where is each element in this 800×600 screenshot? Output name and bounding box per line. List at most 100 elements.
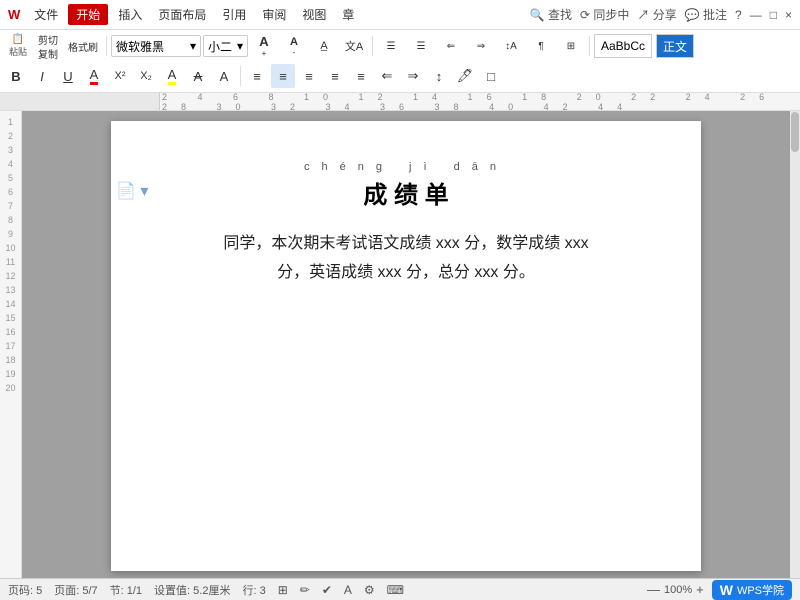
number-list-icon: ☰ (417, 41, 426, 52)
outdent-button[interactable]: ⇐ (437, 32, 465, 60)
zoom-percent-label: 100% (664, 584, 692, 596)
align-left-button[interactable]: ≡ (245, 64, 269, 88)
paste-button[interactable]: 📋 粘贴 (4, 32, 32, 60)
view-icon2[interactable]: ✏ (300, 583, 310, 597)
style-name-box[interactable]: 正文 (656, 34, 694, 58)
wps-academy-button[interactable]: W WPS学院 (712, 580, 792, 600)
font-color2-button[interactable]: A (212, 64, 236, 88)
line-num-5: 5 (8, 171, 13, 185)
view-icon4[interactable]: A (344, 583, 352, 597)
doc-title-pinyin: chéng jì dān (171, 161, 641, 173)
outdent-icon: ⇐ (447, 41, 455, 52)
search-btn[interactable]: 🔍 查找 (530, 6, 572, 23)
style-normal-box[interactable]: AaBbCc (594, 34, 652, 58)
title-bar: W 文件 开始 插入 页面布局 引用 审阅 视图 章 🔍 查找 ⟳ 同步中 ↗ … (0, 0, 800, 30)
line-spacing-button[interactable]: ↕ (427, 64, 451, 88)
menu-reference[interactable]: 引用 (216, 4, 252, 25)
align-center-button[interactable]: ≡ (271, 64, 295, 88)
zoom-area: — 100% + (647, 582, 704, 597)
view-icon5[interactable]: ⚙ (364, 583, 375, 597)
grow-font-button[interactable]: A+ (250, 32, 278, 60)
line-num-19: 19 (5, 367, 15, 381)
line-numbers: 1 2 3 4 5 6 7 8 9 10 11 12 13 14 15 16 1… (0, 111, 22, 578)
document-canvas[interactable]: 📄 ▾ chéng jì dān 成 绩 单 同学，本次期末考试语文成绩 xxx… (22, 111, 790, 578)
indent-button[interactable]: ⇒ (467, 32, 495, 60)
menu-review[interactable]: 审阅 (256, 4, 292, 25)
vertical-scrollbar[interactable] (790, 111, 800, 578)
help-btn[interactable]: ? (735, 8, 742, 22)
indent-left-button2[interactable]: ⇐ (375, 64, 399, 88)
close-btn[interactable]: × (785, 8, 792, 22)
doc-page[interactable]: 📄 ▾ chéng jì dān 成 绩 单 同学，本次期末考试语文成绩 xxx… (111, 121, 701, 571)
shading-button[interactable]: 🖊 (453, 64, 477, 88)
shrink-font-button[interactable]: A- (280, 32, 308, 60)
menu-insert[interactable]: 插入 (112, 4, 148, 25)
number-list-button[interactable]: ☰ (407, 32, 435, 60)
border-button[interactable]: ⊞ (557, 32, 585, 60)
view-icon3[interactable]: ✔ (322, 583, 332, 597)
bold-button[interactable]: B (4, 64, 28, 88)
toolbar: 📋 粘贴 剪切 复制 格式刷 微软雅黑 ▾ 小二 ▾ A+ A- (0, 30, 800, 93)
subscript-button[interactable]: X₂ (134, 64, 158, 88)
change-case-button[interactable]: 文A (340, 32, 368, 60)
menu-view[interactable]: 视图 (296, 4, 332, 25)
align-right-button[interactable]: ≡ (297, 64, 321, 88)
menu-start[interactable]: 开始 (68, 4, 108, 25)
sort-button[interactable]: ↕A (497, 32, 525, 60)
separator1 (106, 36, 107, 56)
title-bar-right: 🔍 查找 ⟳ 同步中 ↗ 分享 💬 批注 ? — □ × (530, 6, 792, 23)
copy-label: 复制 (38, 46, 58, 61)
justify-button[interactable]: ≡ (323, 64, 347, 88)
menu-layout[interactable]: 页面布局 (152, 4, 212, 25)
line-num-14: 14 (5, 297, 15, 311)
wps-academy-logo: W (720, 582, 733, 598)
menu-chapter[interactable]: 章 (336, 4, 360, 25)
italic-button[interactable]: I (30, 64, 54, 88)
view-icon6[interactable]: ⌨ (387, 583, 404, 597)
doc-body[interactable]: 同学，本次期末考试语文成绩 xxx 分，数学成绩 xxx 分，英语成绩 xxx … (171, 230, 641, 288)
format-painter-button[interactable]: 格式刷 (64, 32, 102, 60)
bullet-list-button[interactable]: ☰ (377, 32, 405, 60)
border-style-button[interactable]: □ (479, 64, 503, 88)
clear-format-button[interactable]: A̲ (310, 32, 338, 60)
share-btn[interactable]: ↗ 分享 (637, 6, 676, 23)
shading-icon: 🖊 (457, 68, 474, 84)
show-marks-button[interactable]: ¶ (527, 32, 555, 60)
sync-btn[interactable]: ⟳ 同步中 (580, 6, 629, 23)
separator2 (372, 36, 373, 56)
font-color-button[interactable]: A (82, 64, 106, 88)
line-num-9: 9 (8, 227, 13, 241)
font-color-icon: A (90, 67, 99, 85)
indent-icon: ⇒ (477, 41, 485, 52)
fontsize-dropdown-icon: ▾ (237, 39, 243, 53)
minimize-btn[interactable]: — (750, 8, 762, 22)
distributed-button[interactable]: ≡ (349, 64, 373, 88)
indent-right-button2[interactable]: ⇒ (401, 64, 425, 88)
font-size-selector[interactable]: 小二 ▾ (203, 35, 248, 57)
line-num-6: 6 (8, 185, 13, 199)
line-num-8: 8 (8, 213, 13, 227)
toolbar-row2: B I U A X² X₂ A A A ≡ ≡ (4, 62, 796, 90)
scrollbar-thumb[interactable] (791, 112, 799, 152)
menu-file[interactable]: 文件 (28, 4, 64, 25)
line-num-2: 2 (8, 129, 13, 143)
highlight-icon: A (168, 67, 177, 85)
copy-button[interactable]: 复制 (34, 47, 62, 60)
comment-btn[interactable]: 💬 批注 (685, 6, 727, 23)
zoom-plus-button[interactable]: + (696, 582, 704, 597)
font-name-selector[interactable]: 微软雅黑 ▾ (111, 35, 201, 57)
bold-icon: B (11, 69, 20, 84)
underline-button[interactable]: U (56, 64, 80, 88)
zoom-minus-button[interactable]: — (647, 582, 660, 597)
doc-title[interactable]: 成 绩 单 (171, 175, 641, 210)
line-spacing-icon: ↕ (436, 69, 443, 84)
change-case-icon: 文A (345, 38, 363, 54)
maximize-btn[interactable]: □ (770, 8, 777, 22)
highlight-button[interactable]: A (160, 64, 184, 88)
line-num-16: 16 (5, 325, 15, 339)
indent-left-icon2: ⇐ (382, 68, 393, 84)
strikethrough-button[interactable]: A (186, 64, 210, 88)
cut-button[interactable]: 剪切 (34, 33, 62, 46)
superscript-button[interactable]: X² (108, 64, 132, 88)
view-icon1[interactable]: ⊞ (278, 583, 288, 597)
